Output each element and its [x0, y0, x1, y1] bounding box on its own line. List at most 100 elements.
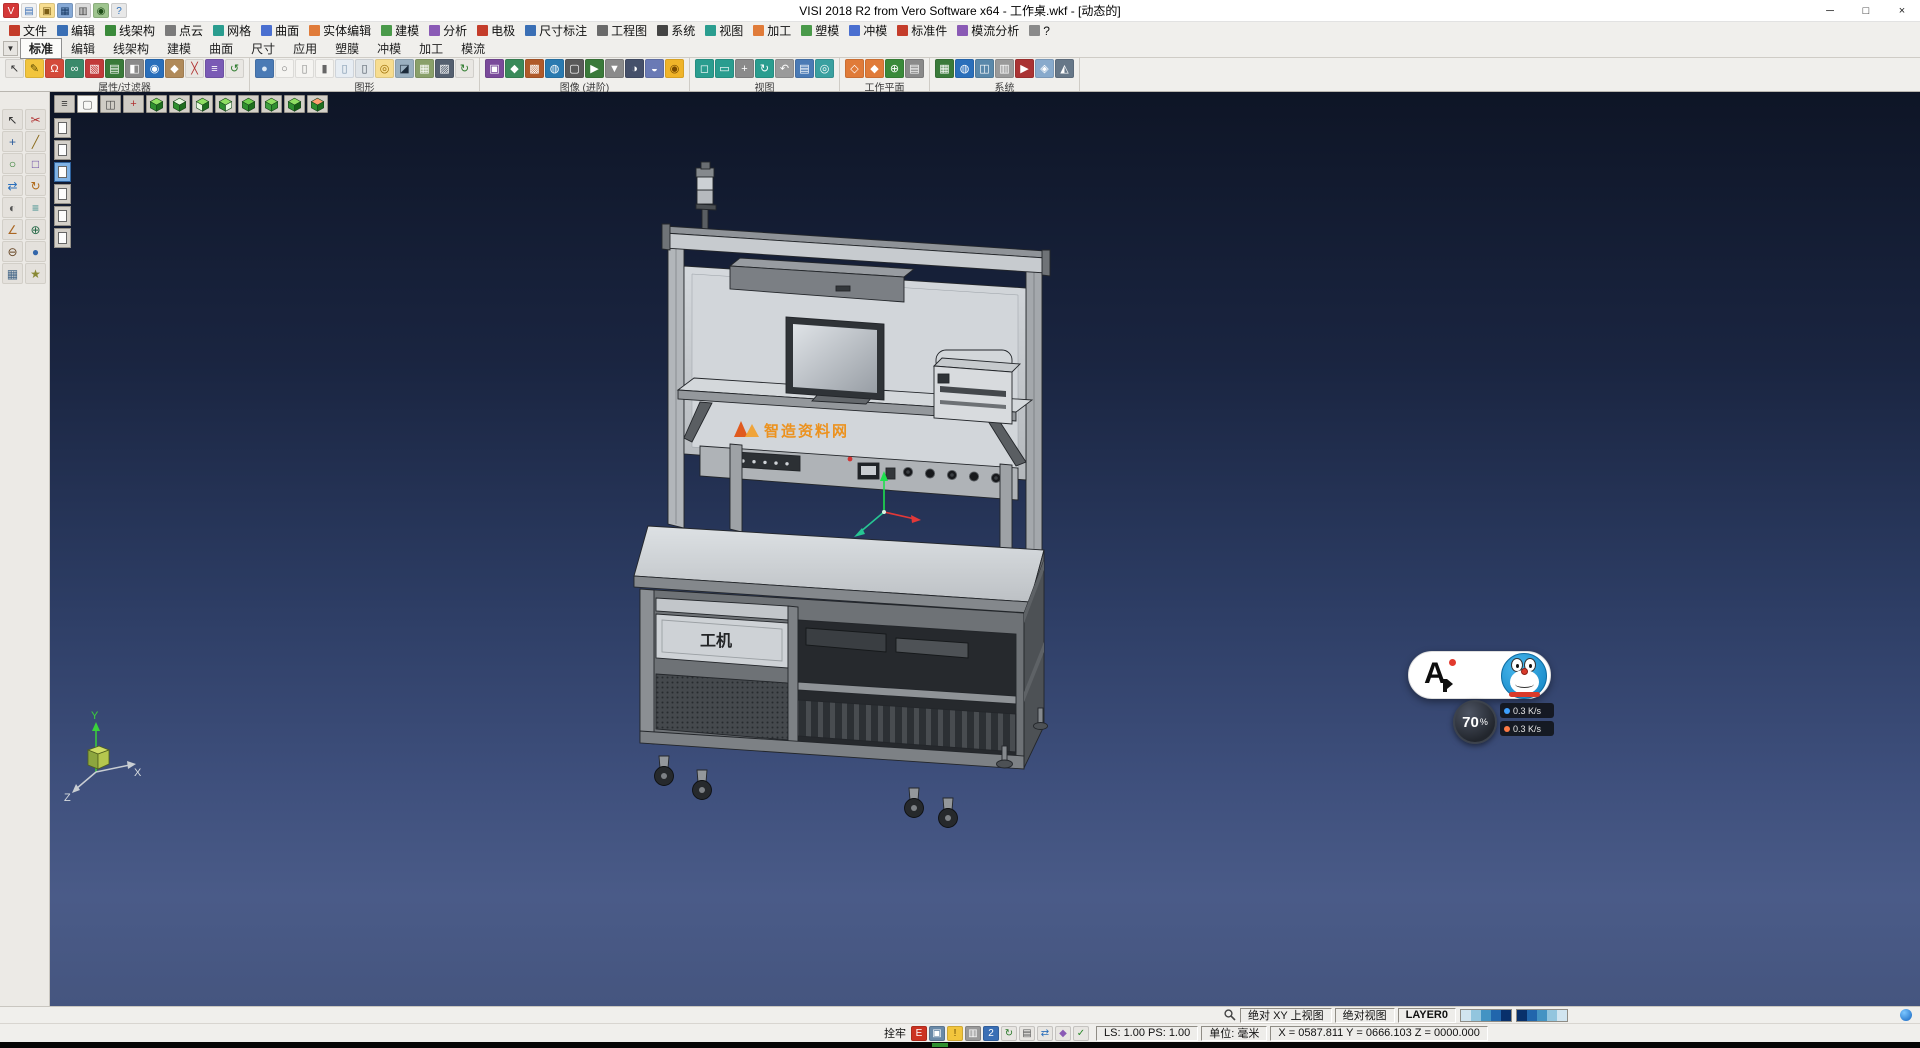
redraw-icon[interactable]: ↻ — [455, 59, 474, 78]
erase-attributes-icon[interactable]: ╳ — [185, 59, 204, 78]
speed-ball[interactable]: 70% — [1453, 700, 1497, 744]
save-icon[interactable]: ▦ — [57, 3, 73, 18]
ambient-light-icon[interactable]: ◉ — [665, 59, 684, 78]
raytrace-icon[interactable]: ◆ — [505, 59, 524, 78]
doc-slot-2[interactable] — [54, 140, 71, 160]
menu-help[interactable]: ? — [1024, 22, 1055, 39]
environment-icon[interactable]: ◍ — [545, 59, 564, 78]
advanced-render-icon[interactable]: ▣ — [485, 59, 504, 78]
3d-viewport[interactable]: ≡▢◫+ — [50, 92, 1920, 1006]
view-mode-indicator[interactable]: 绝对视图 — [1335, 1008, 1395, 1023]
wireframe-mode-icon[interactable]: ○ — [275, 59, 294, 78]
tab-edit[interactable]: 编辑 — [62, 38, 104, 59]
select-filter-icon[interactable]: ↖ — [5, 59, 24, 78]
offset-tool-icon[interactable]: ≡ — [25, 197, 46, 218]
menu-view[interactable]: 视图 — [700, 22, 748, 39]
reflections-icon[interactable]: ◒ — [645, 59, 664, 78]
zoom-out-tool-icon[interactable]: ⊖ — [2, 241, 23, 262]
rect-tool-icon[interactable]: □ — [25, 153, 46, 174]
color-filter-icon[interactable]: ▧ — [85, 59, 104, 78]
info-icon[interactable]: 2 — [983, 1026, 999, 1041]
doc-slot-4[interactable] — [54, 184, 71, 204]
attribute-paint-icon[interactable]: ✎ — [25, 59, 44, 78]
doc-slot-1[interactable] — [54, 118, 71, 138]
menu-modeling[interactable]: 建模 — [376, 22, 424, 39]
lock-filter-icon[interactable]: ◆ — [165, 59, 184, 78]
doc-slot-3[interactable] — [54, 162, 71, 182]
point-tool-icon[interactable]: + — [2, 131, 23, 152]
favorites-tool-icon[interactable]: ★ — [25, 263, 46, 284]
section-view-icon[interactable]: ◪ — [395, 59, 414, 78]
scale-indicator[interactable]: LS: 1.00 PS: 1.00 — [1096, 1026, 1198, 1041]
open-document-icon[interactable]: ▣ — [39, 3, 55, 18]
layers-icon[interactable]: ▤ — [1019, 1026, 1035, 1041]
net-speed-widget[interactable]: A 70% 0.3 K/s — [1408, 651, 1558, 747]
sphere-tool-icon[interactable]: ● — [25, 241, 46, 262]
zoom-fit-icon[interactable]: ◻ — [695, 59, 714, 78]
viewport-canvas[interactable]: 工机 智造资料网 — [50, 92, 1920, 1006]
view-menu-button[interactable]: ≡ — [54, 95, 75, 113]
menu-dimension[interactable]: 尺寸标注 — [520, 22, 592, 39]
view-lock-indicator[interactable]: 绝对 XY 上视图 — [1240, 1008, 1332, 1023]
cylinder-shaded-icon[interactable]: ▮ — [315, 59, 334, 78]
menu-solid-edit[interactable]: 实体编辑 — [304, 22, 376, 39]
help-doc-icon[interactable]: ? — [111, 3, 127, 18]
materials-icon[interactable]: ▩ — [525, 59, 544, 78]
zoom-window-icon[interactable]: ▭ — [715, 59, 734, 78]
circle-tool-icon[interactable]: ○ — [2, 153, 23, 174]
view-multi-pane-button[interactable]: ◫ — [100, 95, 121, 113]
tab-mold[interactable]: 塑膜 — [326, 38, 368, 59]
magnet-snap-icon[interactable]: Ω — [45, 59, 64, 78]
menu-mold[interactable]: 塑模 — [796, 22, 844, 39]
trim-tool-icon[interactable]: ✂ — [25, 109, 46, 130]
layer-color-bar[interactable] — [1516, 1009, 1568, 1022]
match-properties-icon[interactable]: ≡ — [205, 59, 224, 78]
menu-edit[interactable]: 编辑 — [52, 22, 100, 39]
named-views-icon[interactable]: ▤ — [795, 59, 814, 78]
taskbar-app-sliver[interactable] — [932, 1043, 948, 1047]
widget-pill[interactable]: A — [1408, 651, 1551, 699]
tab-apply[interactable]: 应用 — [284, 38, 326, 59]
tab-surface[interactable]: 曲面 — [200, 38, 242, 59]
view-cube-back-button[interactable] — [238, 95, 259, 113]
dynamic-rotate-icon[interactable]: ◎ — [815, 59, 834, 78]
menu-analysis[interactable]: 分析 — [424, 22, 472, 39]
material-lib-icon[interactable]: ◈ — [1035, 59, 1054, 78]
menu-machining[interactable]: 加工 — [748, 22, 796, 39]
rotate-tool-icon[interactable]: ↻ — [25, 175, 46, 196]
animation-icon[interactable]: ▶ — [585, 59, 604, 78]
measure-tool-icon[interactable]: ∠ — [2, 219, 23, 240]
texture-view-icon[interactable]: ▦ — [415, 59, 434, 78]
menu-system[interactable]: 系统 — [652, 22, 700, 39]
pen-color-bar[interactable] — [1460, 1009, 1512, 1022]
cylinder-edges-icon[interactable]: ▯ — [355, 59, 374, 78]
database-icon[interactable]: ◆ — [1055, 1026, 1071, 1041]
active-layer-indicator[interactable]: LAYER0 — [1398, 1008, 1456, 1023]
view-cube-custom-button[interactable] — [307, 95, 328, 113]
camera-icon[interactable]: ▢ — [565, 59, 584, 78]
macro-run-icon[interactable]: ▶ — [1015, 59, 1034, 78]
cylinder-transparent-icon[interactable]: ▯ — [335, 59, 354, 78]
new-document-icon[interactable]: ▤ — [21, 3, 37, 18]
doraemon-avatar[interactable] — [1501, 653, 1547, 699]
view-cube-left-button[interactable] — [261, 95, 282, 113]
app-logo-icon[interactable]: V — [3, 3, 19, 18]
light-settings-icon[interactable]: ◎ — [375, 59, 394, 78]
snapshot-icon[interactable]: ◉ — [93, 3, 109, 18]
error-log-icon[interactable]: E — [911, 1026, 927, 1041]
grid-tool-icon[interactable]: ▦ — [2, 263, 23, 284]
move-tool-icon[interactable]: ⇄ — [2, 175, 23, 196]
reset-filter-icon[interactable]: ↺ — [225, 59, 244, 78]
doc-slot-6[interactable] — [54, 228, 71, 248]
tab-flow[interactable]: 模流 — [452, 38, 494, 59]
minimize-button[interactable]: ─ — [1812, 0, 1848, 21]
window-layout-icon[interactable]: ◫ — [975, 59, 994, 78]
tab-standard[interactable]: 标准 — [20, 38, 62, 59]
export-image-icon[interactable]: ▼ — [605, 59, 624, 78]
tab-die[interactable]: 冲模 — [368, 38, 410, 59]
previous-view-icon[interactable]: ↶ — [775, 59, 794, 78]
snap-toggle[interactable]: 拴牢 — [884, 1025, 906, 1041]
render-options-icon[interactable]: ◭ — [1055, 59, 1074, 78]
menu-pointcloud[interactable]: 点云 — [160, 22, 208, 39]
menu-flow-analysis[interactable]: 模流分析 — [952, 22, 1024, 39]
